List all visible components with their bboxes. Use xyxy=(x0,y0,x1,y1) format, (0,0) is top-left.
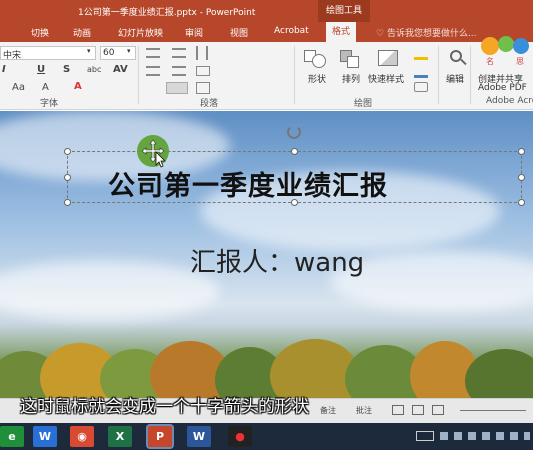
video-caption: 这时鼠标就会变成一个十字箭头的形状 xyxy=(20,397,309,417)
font-name-value: 中宋 xyxy=(3,51,22,61)
align-left-button[interactable] xyxy=(146,66,160,76)
arrange-icon[interactable] xyxy=(338,48,362,68)
resize-handle[interactable] xyxy=(64,199,71,206)
taskbar: e W ◉ X P W ● xyxy=(0,423,533,450)
slide-canvas[interactable]: 公司第一季度业绩汇报 汇报人：wang xyxy=(0,111,533,423)
reading-view-icon[interactable] xyxy=(432,405,444,415)
font-size-value: 60 xyxy=(103,48,115,58)
tab-transitions[interactable]: 切换 xyxy=(31,26,49,39)
font-name-select[interactable]: 中宋 ▾ xyxy=(0,46,96,61)
arrange-button-label[interactable]: 排列 xyxy=(342,72,360,85)
change-case-button[interactable]: Aa xyxy=(12,82,25,93)
char-spacing-button[interactable]: AV xyxy=(113,64,128,75)
underline-button[interactable]: U xyxy=(37,64,45,75)
svg-text:名: 名 xyxy=(486,56,494,66)
move-cursor-icon xyxy=(136,134,171,169)
rotate-handle-icon[interactable] xyxy=(287,125,301,139)
chevron-down-icon: ▾ xyxy=(127,47,131,55)
font-size-select[interactable]: 60 ▾ xyxy=(100,46,136,60)
watermark-logo: 名 思 xyxy=(478,32,533,68)
group-divider xyxy=(138,46,139,104)
shape-outline-icon[interactable] xyxy=(414,66,428,78)
slide-sorter-icon[interactable] xyxy=(412,405,424,415)
justify-button[interactable] xyxy=(166,82,188,94)
group-divider xyxy=(438,46,439,104)
shape-fill-icon[interactable] xyxy=(414,48,428,60)
group-label-drawing: 绘图 xyxy=(354,99,373,109)
tray-icons[interactable] xyxy=(440,432,530,440)
align-center-button[interactable] xyxy=(172,66,186,76)
resize-handle[interactable] xyxy=(518,199,525,206)
tab-review[interactable]: 审阅 xyxy=(185,26,203,39)
slide-subtitle[interactable]: 汇报人：wang xyxy=(190,242,364,279)
clear-format-button[interactable]: A xyxy=(42,82,49,93)
wps-icon[interactable]: W xyxy=(33,426,57,447)
tell-me-box[interactable]: ♡ 告诉我您想要做什么... xyxy=(376,26,477,39)
shapes-icon[interactable] xyxy=(304,48,328,68)
svg-text:思: 思 xyxy=(516,57,524,66)
italic-button[interactable]: I xyxy=(2,64,6,75)
smartart-button[interactable] xyxy=(196,82,210,94)
strikethrough-button[interactable]: abc xyxy=(87,65,101,74)
resize-handle[interactable] xyxy=(64,148,71,155)
group-label-font: 字体 xyxy=(40,99,59,109)
context-tab-drawing-tools[interactable]: 绘图工具 xyxy=(318,0,370,22)
group-label-adobe: Adobe Acro xyxy=(486,96,533,106)
excel-icon[interactable]: X xyxy=(108,426,132,447)
record-icon[interactable]: ● xyxy=(228,426,252,447)
tab-view[interactable]: 视图 xyxy=(230,26,248,39)
window-title: 1公司第一季度业绩汇报.pptx - PowerPoint xyxy=(78,8,256,18)
font-color-button[interactable]: A xyxy=(74,81,82,92)
group-divider xyxy=(470,46,471,104)
powerpoint-icon[interactable]: P xyxy=(148,426,172,447)
shapes-button-label[interactable]: 形状 xyxy=(308,72,326,85)
adobe-pdf-label[interactable]: Adobe PDF xyxy=(478,83,527,93)
quick-styles-button-label[interactable]: 快速样式 xyxy=(368,72,404,85)
e-icon[interactable]: e xyxy=(0,426,24,447)
align-text-button[interactable] xyxy=(196,66,210,76)
resize-handle[interactable] xyxy=(518,174,525,181)
resize-handle[interactable] xyxy=(64,174,71,181)
tab-acrobat[interactable]: Acrobat xyxy=(274,26,309,36)
chevron-down-icon: ▾ xyxy=(87,47,91,55)
keyboard-icon[interactable] xyxy=(416,431,434,441)
tab-slideshow[interactable]: 幻灯片放映 xyxy=(118,26,163,39)
numbering-button[interactable] xyxy=(172,48,186,58)
notes-button[interactable]: 备注 xyxy=(320,405,336,416)
ribbon: 中宋 ▾ 60 ▾ I U S abc AV Aa A A 字体 段落 形状 排… xyxy=(0,42,533,110)
tab-format[interactable]: 格式 xyxy=(326,22,357,42)
word-icon[interactable]: W xyxy=(187,426,211,447)
tab-animations[interactable]: 动画 xyxy=(73,26,91,39)
shape-effects-icon[interactable] xyxy=(414,82,428,92)
group-divider xyxy=(294,46,295,104)
ribbon-tab-row: 切换 动画 幻灯片放映 审阅 视图 Acrobat 格式 ♡ 告诉我您想要做什么… xyxy=(0,22,533,42)
group-label-paragraph: 段落 xyxy=(200,99,219,109)
shadow-button[interactable]: S xyxy=(63,64,70,75)
title-bar: 1公司第一季度业绩汇报.pptx - PowerPoint 绘图工具 xyxy=(0,0,533,22)
edit-button-label[interactable]: 编辑 xyxy=(446,72,464,85)
chrome-icon[interactable]: ◉ xyxy=(70,426,94,447)
resize-handle[interactable] xyxy=(518,148,525,155)
lightbulb-icon: ♡ xyxy=(376,29,387,39)
tell-me-text: 告诉我您想要做什么... xyxy=(386,29,477,39)
slide-title[interactable]: 公司第一季度业绩汇报 xyxy=(108,164,388,203)
quick-styles-icon[interactable] xyxy=(376,48,400,68)
zoom-slider[interactable] xyxy=(460,410,526,411)
resize-handle[interactable] xyxy=(291,148,298,155)
search-icon[interactable] xyxy=(446,48,470,68)
cloud xyxy=(0,261,220,321)
bullets-button[interactable] xyxy=(146,48,160,58)
comments-button[interactable]: 批注 xyxy=(356,405,372,416)
normal-view-icon[interactable] xyxy=(392,405,404,415)
text-direction-button[interactable] xyxy=(196,46,208,60)
